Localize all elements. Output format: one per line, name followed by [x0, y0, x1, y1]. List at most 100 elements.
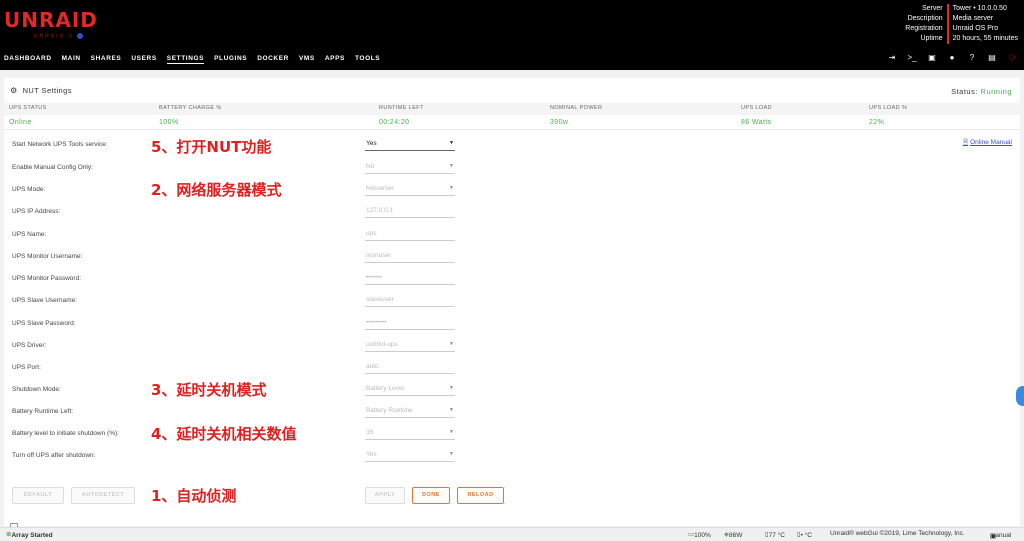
logout-icon[interactable]: ⇥: [886, 53, 898, 63]
server-info-key: Server: [889, 4, 949, 14]
ups-status-value: Online: [9, 119, 32, 126]
cpu-temp: ▯ 77 °C: [765, 531, 785, 539]
annotation-autodetect: 1、自动侦测: [151, 487, 237, 505]
dropdown-arrow-icon: ▼: [449, 163, 454, 169]
field-label: UPS IP Address:: [12, 208, 61, 215]
field-label: UPS Slave Username:: [12, 297, 78, 304]
slave-username-input[interactable]: slaveuser: [365, 294, 455, 307]
ups-watts-status: ◈ 86W: [724, 531, 743, 539]
nav-main[interactable]: MAIN: [62, 55, 81, 64]
start-nut-select[interactable]: Yes ▼: [365, 138, 455, 151]
nav-docker[interactable]: DOCKER: [257, 55, 289, 64]
annotation-enable-nut: 5、打开NUT功能: [151, 138, 272, 156]
ups-name-input[interactable]: ups: [365, 228, 455, 241]
unraid-logo[interactable]: UNRAID: [4, 8, 98, 32]
nav-shares[interactable]: SHARES: [91, 55, 122, 64]
field-label: Enable Manual Config Only:: [12, 164, 93, 171]
service-status: Status: Running: [951, 87, 1012, 96]
server-info-value: Unraid OS Pro: [952, 25, 999, 32]
ups-col-battery: BATTERY CHARGE %: [159, 105, 222, 111]
turn-off-ups-select[interactable]: Yes ▼: [365, 449, 455, 462]
copyright-text: Unraid® webGui ©2019, Lime Technology, I…: [830, 530, 965, 537]
online-manual-link[interactable]: 🗎 Online Manual: [963, 138, 1012, 149]
nav-apps[interactable]: APPS: [325, 55, 345, 64]
gear-icon: ⚙: [10, 86, 18, 95]
ups-ip-input[interactable]: 127.0.0.1: [365, 205, 455, 218]
power-icon[interactable]: ⏻: [1006, 53, 1018, 63]
shutdown-mode-select[interactable]: Battery Level ▼: [365, 383, 455, 396]
feedback-icon[interactable]: ▣: [926, 53, 938, 63]
field-label: UPS Monitor Password:: [12, 275, 81, 282]
ups-table-header: UPS STATUS BATTERY CHARGE % RUNTIME LEFT…: [4, 103, 1020, 115]
annotation-shutdown-mode: 3、延时关机模式: [151, 381, 267, 399]
ups-battery-status: ▭ 100%: [688, 531, 711, 539]
ups-table-row: Online 100% 00:24:20 390w 86 Watts 22%: [4, 116, 1020, 130]
field-label: UPS Mode:: [12, 186, 46, 193]
field-label: UPS Name:: [12, 231, 47, 238]
done-button[interactable]: DONE: [412, 487, 450, 504]
reload-button[interactable]: RELOAD: [457, 487, 504, 504]
field-label: Battery level to initiate shutdown (%):: [12, 430, 119, 437]
autodetect-button[interactable]: AUTODETECT: [71, 487, 135, 504]
nav-vms[interactable]: VMS: [299, 55, 315, 64]
info-icon[interactable]: ●: [946, 53, 958, 63]
log-icon[interactable]: ▤: [986, 53, 998, 63]
battery-level-select[interactable]: 35 ▼: [365, 427, 455, 440]
server-info-value: 20 hours, 55 minutes: [952, 35, 1018, 42]
dropdown-arrow-icon: ▼: [449, 429, 454, 435]
field-label: Start Network UPS Tools service:: [12, 141, 108, 148]
field-label: UPS Driver:: [12, 342, 47, 349]
nav-icon-bar: ⇥ >_ ▣ ● ? ▤ ⏻: [886, 53, 1018, 63]
ups-load-value: 86 Watts: [741, 119, 772, 126]
nav-settings[interactable]: SETTINGS: [166, 55, 205, 64]
array-status: ⊙ Array Started: [6, 531, 53, 539]
server-info-value: Tower • 10.0.0.50: [952, 5, 1007, 12]
dropdown-arrow-icon: ▼: [449, 451, 454, 457]
ups-col-runtime: RUNTIME LEFT: [379, 105, 424, 111]
document-icon: 🗎: [962, 139, 969, 146]
logo-subtitle: UNRAID O: [34, 33, 84, 39]
monitor-username-input[interactable]: monuser: [365, 250, 455, 263]
ups-load-pct-value: 22%: [869, 119, 885, 126]
server-info-key: Registration: [889, 24, 949, 34]
dropdown-arrow-icon: ▼: [449, 185, 454, 191]
ups-battery-value: 100%: [159, 119, 179, 126]
side-scroll-handle[interactable]: [1016, 386, 1024, 406]
ups-mode-select[interactable]: Netserver ▼: [365, 183, 455, 196]
annotation-netserver-mode: 2、网络服务器模式: [151, 181, 282, 199]
main-nav: DASHBOARD MAIN SHARES USERS SETTINGS PLU…: [4, 55, 380, 64]
header: UNRAID UNRAID O Server Tower • 10.0.0.50 …: [0, 0, 1024, 70]
dropdown-arrow-icon: ▼: [449, 407, 454, 413]
ups-runtime-value: 00:24:20: [379, 119, 410, 126]
ups-col-load: UPS LOAD: [741, 105, 773, 111]
battery-runtime-select[interactable]: Battery Runtime ▼: [365, 405, 455, 418]
field-label: Shutdown Mode:: [12, 386, 61, 393]
ups-col-load-pct: UPS LOAD %: [869, 105, 908, 111]
panel-title: ⚙ NUT Settings: [10, 86, 72, 95]
slave-password-input[interactable]: •••••••••: [365, 317, 455, 330]
nav-tools[interactable]: TOOLS: [355, 55, 380, 64]
field-label: Turn off UPS after shutdown:: [12, 452, 96, 459]
nut-settings-panel: ⚙ NUT Settings Status: Running UPS STATUS…: [4, 78, 1020, 526]
manual-config-select[interactable]: No ▼: [365, 161, 455, 174]
terminal-icon[interactable]: >_: [906, 53, 918, 63]
field-label: Battery Runtime Left:: [12, 408, 74, 415]
default-button[interactable]: DEFAULT: [12, 487, 64, 504]
nav-users[interactable]: USERS: [131, 55, 156, 64]
ups-port-input[interactable]: auto: [365, 361, 455, 374]
apply-button[interactable]: APPLY: [365, 487, 405, 504]
nav-plugins[interactable]: PLUGINS: [214, 55, 247, 64]
help-icon[interactable]: ?: [966, 53, 978, 63]
logo-badge-icon: [77, 33, 84, 39]
server-info-key: Uptime: [889, 34, 949, 44]
dropdown-arrow-icon: ▼: [449, 140, 454, 146]
ups-col-nominal: NOMINAL POWER: [550, 105, 603, 111]
board-temp: ▯ • °C: [797, 531, 812, 539]
server-info-key: Description: [889, 14, 949, 24]
dropdown-arrow-icon: ▼: [449, 385, 454, 391]
server-info-value: Media server: [952, 15, 994, 22]
monitor-password-input[interactable]: •••••••: [365, 272, 455, 285]
nav-dashboard[interactable]: DASHBOARD: [4, 55, 52, 64]
status-footer: ⊙ Array Started ▭ 100% ◈ 86W ▯ 77 °C ▯ •…: [0, 527, 1024, 541]
ups-driver-select[interactable]: usbhid-ups ▼: [365, 339, 455, 352]
